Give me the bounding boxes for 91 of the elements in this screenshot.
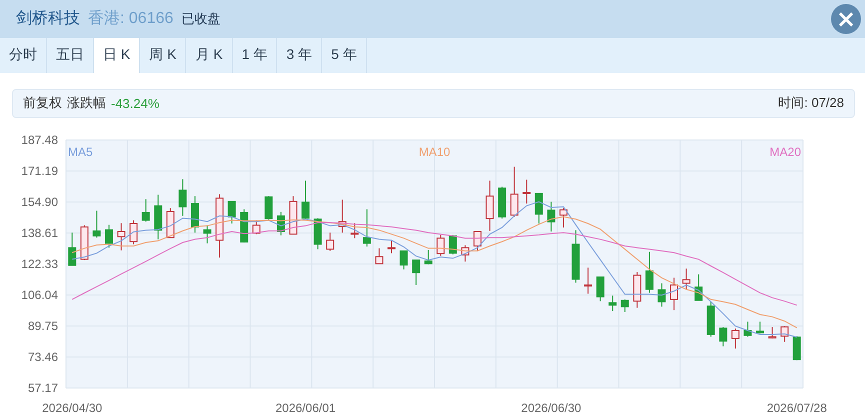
candlestick: [80, 224, 88, 260]
candlestick: [203, 224, 212, 244]
x-axis-label: 2026/06/30: [521, 400, 582, 414]
candlestick: [314, 217, 322, 250]
y-axis-label: 138.61: [21, 226, 58, 240]
y-axis-label: 154.90: [21, 194, 58, 209]
candlestick: [645, 251, 654, 294]
market-status: 已收盘: [181, 10, 220, 28]
legend-label: MA10: [418, 144, 450, 159]
candlestick: [117, 222, 126, 251]
candlestick: [375, 248, 384, 264]
candlestick: [412, 259, 420, 286]
candlestick: [228, 200, 236, 224]
candlestick: [658, 282, 666, 307]
candlestick: [362, 208, 371, 247]
candlestick: [486, 180, 494, 232]
candlestick: [596, 276, 604, 302]
x-axis-label: 2026/04/30: [42, 400, 102, 414]
period-tab[interactable]: 1 年: [232, 38, 278, 73]
candlestick: [154, 194, 162, 240]
period-tab[interactable]: 月 K: [186, 38, 233, 73]
candlestick: [572, 229, 580, 283]
candlestick: [264, 195, 273, 220]
candlestick: [240, 208, 248, 243]
candlestick: [474, 230, 482, 252]
change-value: -43.24%: [111, 96, 160, 111]
y-axis-label: 171.19: [21, 164, 58, 178]
candlestick: [338, 198, 346, 233]
candlestick: [719, 326, 728, 347]
candlestick: [105, 224, 113, 248]
stock-code: 香港: 06166: [88, 8, 174, 30]
x-axis-label: 2026/06/01: [276, 400, 336, 414]
candlestick: [584, 266, 592, 294]
legend-label: MA5: [68, 144, 93, 159]
candlestick: [522, 179, 531, 204]
candlestick: [326, 232, 334, 252]
candlestick: [302, 180, 310, 220]
y-axis-label: 73.46: [28, 350, 58, 364]
y-axis-label: 106.04: [21, 288, 58, 302]
candlestick: [424, 249, 432, 264]
candlestick: [68, 232, 76, 266]
candlestick: [633, 271, 642, 308]
candlestick: [547, 201, 556, 232]
candlestick: [510, 166, 518, 218]
adjust-label: 前复权: [23, 94, 62, 112]
candlestick: [92, 210, 101, 238]
period-tab[interactable]: 周 K: [140, 38, 186, 73]
candlestick: [142, 198, 150, 222]
y-axis-label: 187.48: [21, 132, 58, 147]
candlestick: [792, 335, 801, 360]
candlestick: [780, 325, 789, 342]
candlestick: [744, 320, 752, 337]
candlestick: [216, 193, 224, 258]
candlestick: [682, 268, 690, 290]
candlestick: [756, 320, 764, 334]
y-axis-label: 89.75: [28, 318, 58, 333]
candlestick: [448, 234, 457, 255]
candlestick: [620, 298, 629, 312]
period-tab[interactable]: 分时: [0, 38, 47, 73]
candlestick: [706, 300, 715, 337]
candlestick: [190, 195, 199, 233]
candlestick: [350, 222, 359, 238]
candlestick: [670, 277, 678, 310]
y-axis-label: 57.17: [28, 380, 58, 395]
candlestick: [130, 220, 138, 244]
period-tab[interactable]: 5 年: [322, 38, 367, 73]
candlestick: [559, 207, 568, 228]
candlestick: [498, 186, 506, 219]
candlestick: [252, 220, 260, 234]
period-tab[interactable]: 3 年: [277, 38, 322, 73]
change-label: 涨跌幅: [67, 94, 106, 112]
period-tab[interactable]: 日 K: [94, 38, 140, 73]
x-axis-label: 2026/07/28: [766, 400, 827, 414]
candlestick: [276, 211, 285, 236]
candlestick: [400, 250, 408, 270]
y-axis-label: 122.33: [21, 256, 58, 271]
close-button[interactable]: ×: [831, 4, 861, 34]
legend-label: MA20: [770, 144, 801, 159]
stock-name: 剑桥科技: [16, 8, 80, 30]
candlestick: [166, 207, 174, 238]
candlestick: [694, 274, 703, 301]
candlestick: [289, 195, 298, 234]
time-label: 时间: 07/28: [778, 94, 844, 112]
candlestick: [461, 244, 470, 262]
candlestick: [388, 240, 396, 254]
candlestick: [608, 294, 617, 312]
candlestick: [178, 178, 187, 216]
candlestick: [731, 328, 740, 349]
candlestick: [436, 234, 445, 256]
candlestick: [534, 192, 543, 224]
candlestick: [768, 326, 776, 339]
